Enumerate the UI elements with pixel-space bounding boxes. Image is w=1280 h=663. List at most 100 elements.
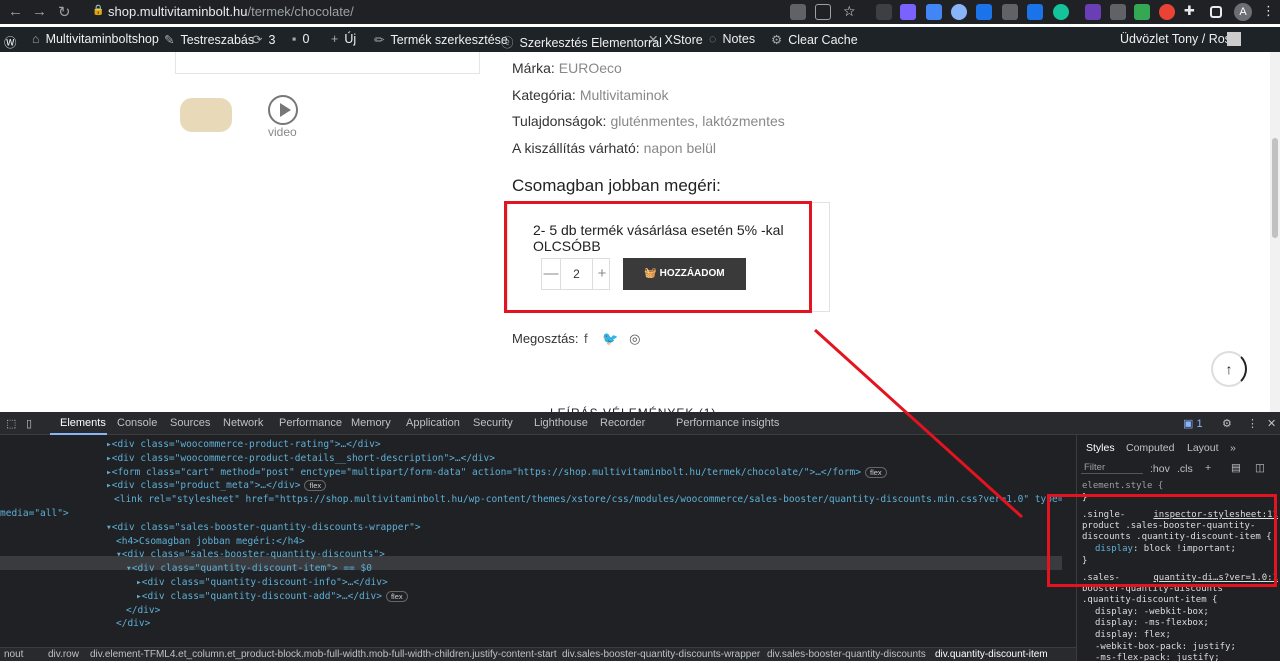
- tab-computed[interactable]: Computed: [1126, 442, 1174, 454]
- close-devtools-icon[interactable]: ✕: [1267, 417, 1276, 430]
- dom-line[interactable]: ▸<form class="cart" method="post" enctyp…: [106, 466, 887, 478]
- video-label[interactable]: video: [268, 125, 297, 139]
- admin-new-link[interactable]: + Új: [331, 32, 356, 46]
- extension-new-icon[interactable]: [1027, 4, 1043, 20]
- tab-security[interactable]: Security: [473, 417, 513, 429]
- admin-notes-link[interactable]: ◌ Notes: [709, 32, 755, 46]
- dom-line[interactable]: ▸<div class="quantity-discount-add">…</d…: [136, 590, 408, 602]
- device-icon[interactable]: ▯: [26, 417, 32, 430]
- extension-camera-icon[interactable]: [1002, 4, 1018, 20]
- toggle-sidebar-icon[interactable]: ◫: [1255, 462, 1265, 474]
- crumb-1[interactable]: div.row: [48, 649, 79, 660]
- tab-lighthouse[interactable]: Lighthouse: [534, 417, 588, 429]
- admin-comments-link[interactable]: ▪ 0: [292, 32, 309, 46]
- issues-badge[interactable]: ▣ 1: [1183, 417, 1203, 430]
- more-tabs-icon[interactable]: »: [1230, 442, 1236, 454]
- extension-pen-icon[interactable]: [900, 4, 916, 20]
- facebook-icon[interactable]: f: [584, 331, 588, 346]
- tab-network[interactable]: Network: [223, 417, 263, 429]
- side-panel-icon[interactable]: [1210, 6, 1222, 18]
- properties-links[interactable]: gluténmentes, laktózmentes: [610, 113, 784, 129]
- crumb-5[interactable]: div.quantity-discount-item: [935, 649, 1048, 660]
- dom-line[interactable]: ▾<div class="quantity-discount-item"> ==…: [126, 563, 372, 574]
- admin-updates-link[interactable]: ⟳ 3: [252, 32, 275, 47]
- tab-performance-insights[interactable]: Performance insights: [676, 417, 779, 429]
- crumb-3[interactable]: div.sales-booster-quantity-discounts-wra…: [562, 649, 760, 660]
- rule2-prop-1[interactable]: display: -webkit-box;: [1095, 607, 1209, 617]
- cls-toggle[interactable]: .cls: [1177, 463, 1193, 475]
- brand-link[interactable]: EUROeco: [559, 60, 622, 76]
- extension-globe-icon[interactable]: [951, 4, 967, 20]
- tab-performance[interactable]: Performance: [279, 417, 342, 429]
- extension-purple-icon[interactable]: [1085, 4, 1101, 20]
- dom-line[interactable]: </div>: [116, 618, 150, 629]
- rule2-prop-5[interactable]: -ms-flex-pack: justify;: [1095, 653, 1220, 663]
- product-thumbnail[interactable]: [180, 98, 232, 132]
- extension-bug-icon[interactable]: [1110, 4, 1126, 20]
- extension-recycle-icon[interactable]: [876, 4, 892, 20]
- admin-site-link[interactable]: ⌂ Multivitaminboltshop: [32, 32, 159, 46]
- play-icon[interactable]: [268, 95, 298, 125]
- address-bar[interactable]: shop.multivitaminbolt.hu/termek/chocolat…: [108, 4, 354, 19]
- dom-line[interactable]: </div>: [126, 605, 160, 616]
- rule2-prop-4[interactable]: -webkit-box-pack: justify;: [1095, 642, 1236, 652]
- wordpress-icon[interactable]: Ⓦ: [4, 32, 17, 51]
- twitter-icon[interactable]: 🐦: [602, 331, 618, 346]
- dom-line[interactable]: ▸<div class="woocommerce-product-rating"…: [106, 439, 381, 450]
- rule2-prop-2[interactable]: display: -ms-flexbox;: [1095, 618, 1209, 628]
- extension-doc-icon[interactable]: [926, 4, 942, 20]
- inspect-icon[interactable]: ⬚: [6, 417, 16, 430]
- tab-application[interactable]: Application: [406, 417, 460, 429]
- share-icon[interactable]: [815, 4, 831, 20]
- extension-translate-icon[interactable]: [976, 4, 992, 20]
- dom-line[interactable]: ▾<div class="sales-booster-quantity-disc…: [106, 522, 421, 533]
- tab-elements[interactable]: Elements: [60, 417, 106, 429]
- admin-greeting[interactable]: Üdvözlet Tony / Rose!: [1120, 32, 1241, 46]
- crumb-2[interactable]: div.element-TFML4.et_column.et_product-b…: [90, 649, 557, 660]
- tab-console[interactable]: Console: [117, 417, 157, 429]
- admin-edit-product-link[interactable]: ✏ Termék szerkesztése: [374, 32, 508, 47]
- new-rule-icon[interactable]: +: [1205, 462, 1211, 474]
- dom-line[interactable]: <h4>Csomagban jobban megéri:</h4>: [116, 536, 305, 547]
- page-scroll-thumb[interactable]: [1272, 138, 1278, 238]
- crumb-4[interactable]: div.sales-booster-quantity-discounts: [767, 649, 926, 660]
- extension-chrome-icon[interactable]: [1159, 4, 1175, 20]
- scroll-top-button[interactable]: ↑: [1211, 351, 1247, 387]
- profile-avatar[interactable]: A: [1234, 3, 1252, 21]
- tab-recorder[interactable]: Recorder: [600, 417, 645, 429]
- reload-icon[interactable]: ↻: [58, 3, 71, 21]
- category-link[interactable]: Multivitaminok: [580, 87, 669, 103]
- page-scrollbar[interactable]: [1270, 52, 1280, 412]
- dom-line[interactable]: ▸<div class="woocommerce-product-details…: [106, 453, 495, 464]
- dom-line[interactable]: ▸<div class="product_meta">…</div> flex: [106, 480, 327, 492]
- admin-clear-cache-link[interactable]: ⚙ Clear Cache: [771, 32, 858, 47]
- menu-icon[interactable]: ⋮: [1262, 3, 1275, 19]
- flex-badge[interactable]: flex: [864, 466, 887, 478]
- back-icon[interactable]: ←: [8, 3, 23, 20]
- paint-icon[interactable]: ▤: [1231, 462, 1241, 474]
- more-options-icon[interactable]: ⋮: [1247, 417, 1258, 430]
- dom-line[interactable]: ▸<div class="quantity-discount-info">…</…: [136, 577, 388, 588]
- tab-memory[interactable]: Memory: [351, 417, 391, 429]
- star-icon[interactable]: ☆: [843, 3, 856, 20]
- forward-icon[interactable]: →: [32, 3, 47, 20]
- rule2-prop-3[interactable]: display: flex;: [1095, 630, 1171, 640]
- settings-gear-icon[interactable]: ⚙: [1222, 417, 1232, 430]
- tab-sources[interactable]: Sources: [170, 417, 210, 429]
- styles-filter-input[interactable]: Filter: [1081, 460, 1143, 474]
- tab-layout[interactable]: Layout: [1187, 442, 1219, 454]
- extension-grammarly-icon[interactable]: [1053, 4, 1069, 20]
- admin-elementor-link[interactable]: ⓔ Szerkesztés Elementorral: [501, 32, 662, 51]
- crumb-0[interactable]: nout: [4, 649, 23, 660]
- admin-xstore-link[interactable]: ✕ XStore: [648, 32, 703, 47]
- user-avatar[interactable]: [1227, 32, 1241, 46]
- hov-toggle[interactable]: :hov: [1150, 463, 1170, 475]
- flex-badge[interactable]: flex: [304, 480, 327, 492]
- dom-line[interactable]: <link rel="stylesheet" href="https://sho…: [114, 494, 1062, 505]
- dom-line[interactable]: media="all">: [0, 508, 69, 519]
- tab-styles[interactable]: Styles: [1086, 442, 1115, 454]
- whatsapp-icon[interactable]: ◎: [629, 331, 640, 346]
- translate-icon[interactable]: [790, 4, 806, 20]
- extension-green-icon[interactable]: [1134, 4, 1150, 20]
- dom-line[interactable]: ▾<div class="sales-booster-quantity-disc…: [116, 549, 385, 560]
